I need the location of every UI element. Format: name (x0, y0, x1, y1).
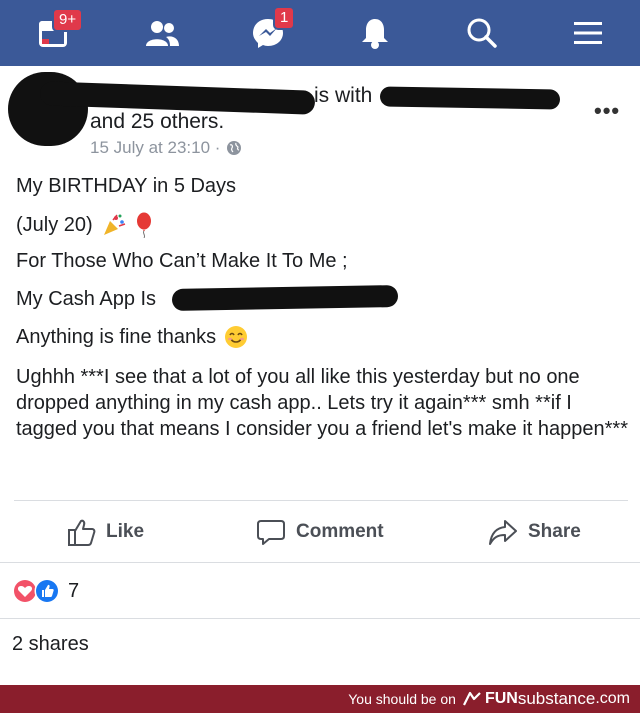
friends-button[interactable] (127, 0, 197, 66)
reactions-divider-top (0, 562, 640, 563)
messenger-button[interactable]: 1 (233, 0, 303, 66)
post-timestamp[interactable]: 15 July at 23:10 · (90, 138, 220, 158)
watermark-prefix: You should be on (348, 691, 456, 707)
globe-icon (227, 141, 242, 155)
comment-bubble-icon (257, 520, 285, 545)
hamburger-menu-icon (574, 22, 602, 44)
redacted-cash-tag (171, 285, 399, 311)
messenger-badge: 1 (273, 6, 296, 30)
watermark-brand-fun: FUN (484, 690, 518, 707)
calendar-badge: 9+ (52, 8, 84, 32)
post-line-5-row: Anything is fine thanks (16, 325, 248, 349)
menu-button[interactable] (553, 0, 623, 66)
smiling-face-emoji-icon (225, 326, 248, 348)
post-line-2: (July 20) (16, 213, 93, 236)
post-line-1: My BIRTHDAY in 5 Days (16, 175, 237, 197)
funsubstance-logo-icon (462, 691, 481, 706)
redacted-tagged-name (379, 86, 561, 110)
is-with-text: is with (314, 84, 373, 107)
post-line-4: My Cash App Is (16, 288, 157, 310)
like-button[interactable]: Like (66, 512, 144, 552)
post-paragraph: Ughhh ***I see that a lot of you all lik… (16, 366, 628, 440)
friends-icon (146, 21, 179, 46)
watermark-footer: You should be on FUN substance .com (0, 685, 640, 713)
share-button[interactable]: Share (488, 512, 581, 552)
shares-count[interactable]: 2 shares (12, 633, 89, 656)
watermark-brand-tld: .com (595, 690, 630, 707)
comment-button[interactable]: Comment (256, 512, 384, 552)
post-line-5: Anything is fine thanks (16, 325, 217, 348)
comment-label: Comment (296, 521, 384, 542)
share-label: Share (528, 521, 581, 542)
watermark-brand-substance: substance (517, 689, 596, 708)
post-options-button[interactable]: ••• (594, 98, 620, 124)
reaction-count: 7 (68, 579, 80, 602)
balloon-emoji-icon (136, 212, 151, 238)
post-line-3: For Those Who Can’t Make It To Me ; (16, 250, 348, 272)
party-popper-emoji-icon (103, 214, 125, 235)
bell-icon (362, 19, 388, 49)
top-nav-bar: 9+ 1 (0, 0, 640, 66)
events-button[interactable]: 9+ (18, 0, 88, 66)
search-button[interactable] (447, 0, 517, 66)
others-link[interactable]: and 25 others. (90, 110, 224, 134)
reactions-summary[interactable]: 7 (12, 578, 79, 604)
share-arrow-icon (489, 520, 517, 545)
search-icon (467, 18, 497, 48)
like-label: Like (106, 521, 145, 542)
reactions-divider-bottom (0, 618, 640, 619)
actions-divider (14, 500, 628, 501)
post-meta: 15 July at 23:10 · (90, 138, 242, 158)
thumbs-up-icon (68, 519, 96, 546)
notifications-button[interactable] (340, 0, 410, 66)
like-reaction-icon (34, 578, 60, 604)
post-line-2-row: (July 20) (16, 212, 153, 238)
